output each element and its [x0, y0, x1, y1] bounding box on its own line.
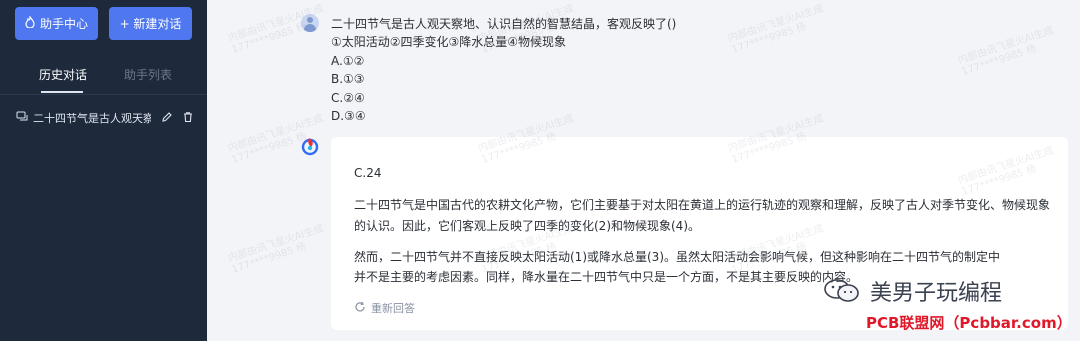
question-option: A.①②: [331, 53, 365, 68]
helper-center-label: 助手中心: [39, 17, 88, 31]
answer-choice: C.24: [354, 166, 382, 180]
spark-logo-icon: [300, 136, 320, 156]
answer-paragraph: 然而，二十四节气并不直接反映太阳活动(1)或降水总量(3)。虽然太阳活动会影响气…: [354, 250, 1001, 264]
active-tab-indicator: [41, 91, 83, 93]
question-line: ①太阳活动②四季变化③降水总量④物候现象: [331, 35, 567, 50]
history-item-title: 二十四节气是古人观天察地、认识自然的智慧结晶，客观反映了: [33, 112, 151, 125]
question-option: B.①③: [331, 72, 365, 87]
regenerate-label: 重新回答: [371, 302, 415, 315]
wechat-account-name: 美男子玩编程: [870, 281, 1003, 306]
new-chat-label: + 新建对话: [119, 17, 182, 31]
tab-assistant-list[interactable]: 助手列表: [124, 66, 172, 83]
delete-icon[interactable]: [182, 111, 194, 126]
question-option: C.②④: [331, 90, 365, 105]
helper-center-button[interactable]: 助手中心: [15, 7, 98, 40]
site-watermark: PCB联盟网（Pcbbar.com）: [866, 314, 1072, 332]
answer-paragraph: 二十四节气是中国古代的农耕文化产物，它们主要基于对太阳在黄道上的运行轨迹的观察和…: [354, 198, 1051, 233]
user-avatar-icon: [301, 14, 319, 32]
history-item[interactable]: 二十四节气是古人观天察地、认识自然的智慧结晶，客观反映了: [0, 103, 207, 133]
wechat-brand: 美男子玩编程: [822, 276, 1002, 306]
chat-icon: [16, 111, 30, 126]
new-chat-button[interactable]: + 新建对话: [109, 7, 192, 40]
question-line: 二十四节气是古人观天察地、认识自然的智慧结晶，客观反映了(): [331, 17, 677, 31]
regenerate-button[interactable]: 重新回答: [354, 300, 415, 316]
sidebar: 助手中心 + 新建对话 历史对话 助手列表 二十四节气是古人观天察地、认识自然的…: [0, 0, 207, 341]
refresh-icon: [354, 301, 366, 316]
flame-icon: [25, 15, 35, 31]
watermark: 内部由讯飞星火AI生成177****9985 杨: [956, 25, 1056, 78]
watermark: 内部由讯飞星火AI生成177****9985 杨: [726, 3, 826, 56]
sidebar-divider: [0, 94, 207, 95]
question-option: D.③④: [331, 109, 366, 124]
watermark: 内部由讯飞星火AI生成177****9985 杨: [226, 223, 326, 276]
edit-icon[interactable]: [161, 111, 173, 126]
wechat-icon: [822, 278, 862, 304]
user-question: 二十四节气是古人观天察地、认识自然的智慧结晶，客观反映了() ①太阳活动②四季变…: [331, 15, 676, 125]
tab-history[interactable]: 历史对话: [39, 66, 87, 83]
